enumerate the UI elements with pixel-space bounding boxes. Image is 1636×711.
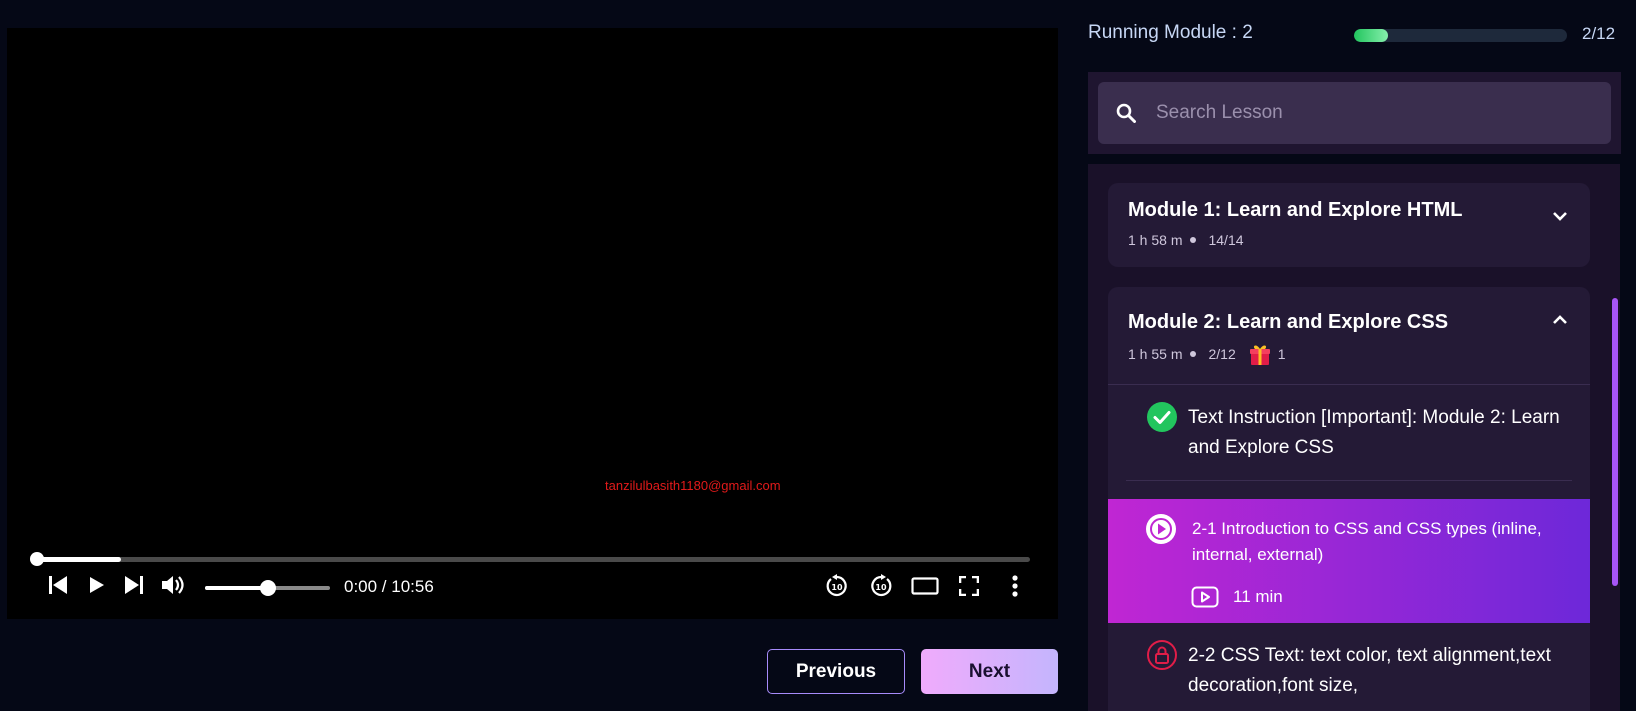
time-display: 0:00 / 10:56 [344, 577, 434, 596]
chevron-up-icon[interactable] [1552, 311, 1568, 330]
forward-10-icon[interactable]: 10 [868, 573, 894, 599]
progress-count: 2/12 [1582, 24, 1616, 43]
lesson-item-active[interactable]: 2-1 Introduction to CSS and CSS types (i… [1108, 499, 1590, 623]
lesson-title: 2-1 Introduction to CSS and CSS types (i… [1192, 519, 1542, 564]
seek-thumb[interactable] [30, 552, 44, 566]
seek-progress [37, 557, 122, 562]
divider [1126, 480, 1572, 481]
play-icon[interactable] [86, 573, 108, 597]
theater-mode-icon[interactable] [910, 576, 940, 596]
check-circle-icon [1147, 402, 1177, 436]
course-progress-bar [1354, 29, 1567, 42]
module-meta: 1 h 55 m 2/12 1 [1128, 342, 1286, 366]
module-card-1[interactable]: Module 1: Learn and Explore HTML 1 h 58 … [1108, 183, 1590, 267]
more-options-icon[interactable] [1005, 574, 1025, 598]
search-icon [1116, 103, 1136, 127]
separator-dot [1190, 237, 1197, 243]
module-title: Module 2: Learn and Explore CSS [1128, 311, 1449, 333]
previous-button[interactable]: Previous [767, 649, 905, 694]
volume-icon[interactable] [160, 572, 188, 598]
lesson-item-locked[interactable]: 2-2 CSS Text: text color, text alignment… [1108, 623, 1590, 711]
search-panel [1088, 72, 1621, 154]
module-list: Module 1: Learn and Explore HTML 1 h 58 … [1088, 164, 1620, 711]
course-progress-fill [1354, 29, 1389, 42]
module-card-2[interactable]: Module 2: Learn and Explore CSS 1 h 55 m… [1108, 287, 1590, 711]
lesson-item-completed[interactable]: Text Instruction [Important]: Module 2: … [1108, 385, 1590, 481]
skip-previous-icon[interactable] [47, 573, 69, 597]
search-box[interactable] [1098, 82, 1611, 144]
skip-next-icon[interactable] [123, 573, 145, 597]
scrollbar[interactable] [1612, 298, 1618, 586]
video-icon [1191, 586, 1219, 612]
separator-dot [1190, 351, 1197, 357]
search-input[interactable] [1156, 82, 1596, 144]
gift-icon [1248, 342, 1272, 366]
fullscreen-icon[interactable] [958, 575, 980, 597]
module-duration: 1 h 58 m [1128, 232, 1183, 248]
next-button[interactable]: Next [921, 649, 1058, 694]
module-count: 14/14 [1208, 232, 1244, 248]
volume-slider[interactable] [205, 580, 330, 596]
gift-count: 1 [1277, 346, 1286, 362]
video-player[interactable] [7, 28, 1058, 619]
volume-thumb[interactable] [259, 580, 276, 596]
svg-text:10: 10 [875, 583, 887, 592]
module-meta: 1 h 58 m 14/14 [1128, 232, 1244, 248]
lesson-duration: 11 min [1233, 587, 1283, 606]
seek-bar[interactable] [30, 552, 1030, 566]
lesson-title: Text Instruction [Important]: Module 2: … [1188, 407, 1560, 458]
lesson-title: 2-2 CSS Text: text color, text alignment… [1188, 645, 1551, 696]
module-count: 2/12 [1208, 346, 1236, 362]
lock-icon [1147, 640, 1177, 674]
running-module-label: Running Module : 2 [1088, 22, 1253, 43]
watermark: tanzilulbasith1180@gmail.com [605, 478, 781, 493]
play-circle-icon [1146, 514, 1176, 548]
module-duration: 1 h 55 m [1128, 346, 1183, 362]
svg-text:10: 10 [831, 583, 843, 592]
rewind-10-icon[interactable]: 10 [824, 573, 850, 599]
volume-level [205, 586, 268, 590]
module-title: Module 1: Learn and Explore HTML [1128, 199, 1463, 221]
chevron-down-icon[interactable] [1552, 207, 1568, 226]
